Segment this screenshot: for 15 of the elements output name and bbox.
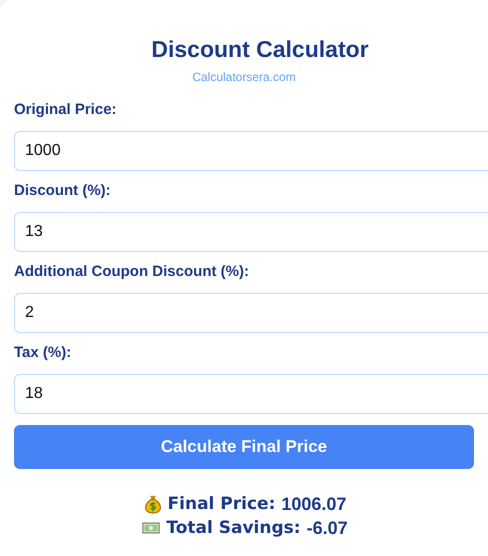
field-label: Discount (%): xyxy=(14,182,112,200)
field-label: Additional Coupon Discount (%): xyxy=(14,263,250,281)
money-bag-icon xyxy=(144,494,162,514)
input-field[interactable]: 13 xyxy=(14,212,488,252)
result-value: -6.07 xyxy=(306,517,348,540)
field-label: Original Price: xyxy=(14,101,118,119)
input-field[interactable]: 2 xyxy=(14,293,488,333)
result-value: 1006.07 xyxy=(281,493,346,516)
calculator-title: Discount Calculator xyxy=(150,35,370,64)
calculate-button[interactable]: Calculate Final Price xyxy=(14,425,474,469)
input-field[interactable]: 18 xyxy=(14,374,488,414)
input-field[interactable]: 1000 xyxy=(14,131,488,171)
result-label: Total Savings: xyxy=(166,517,301,540)
field-label: Tax (%): xyxy=(14,344,72,362)
result-label: Final Price: xyxy=(168,493,276,516)
